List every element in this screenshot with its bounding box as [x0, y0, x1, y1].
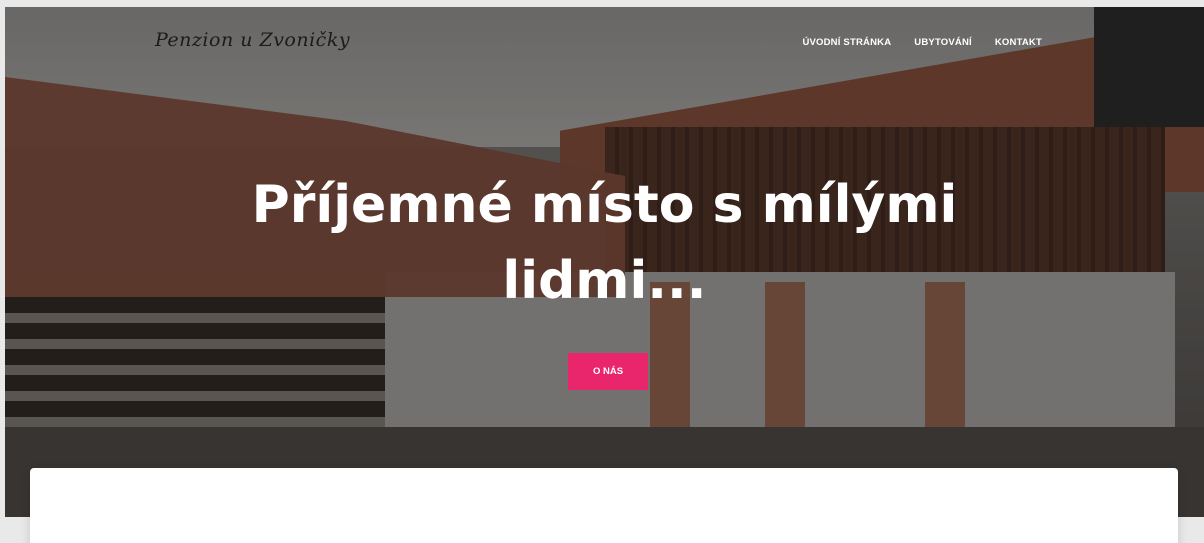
main-nav: ÚVODNÍ STRÁNKA UBYTOVÁNÍ KONTAKT: [802, 37, 1042, 48]
hero-headline-line-2: lidmi...: [502, 251, 707, 311]
nav-item-contact[interactable]: KONTAKT: [995, 37, 1042, 48]
nav-item-accommodation[interactable]: UBYTOVÁNÍ: [914, 37, 972, 48]
about-us-button[interactable]: O NÁS: [568, 353, 648, 390]
hero-headline: Příjemné místo s mílými lidmi...: [5, 167, 1204, 319]
nav-item-home[interactable]: ÚVODNÍ STRÁNKA: [802, 37, 891, 48]
hero-section: Penzion u Zvoničky ÚVODNÍ STRÁNKA UBYTOV…: [5, 7, 1204, 517]
hero-headline-line-1: Příjemné místo s mílými: [251, 175, 958, 235]
content-card: [30, 468, 1178, 543]
site-logo[interactable]: Penzion u Zvoničky: [155, 29, 350, 51]
